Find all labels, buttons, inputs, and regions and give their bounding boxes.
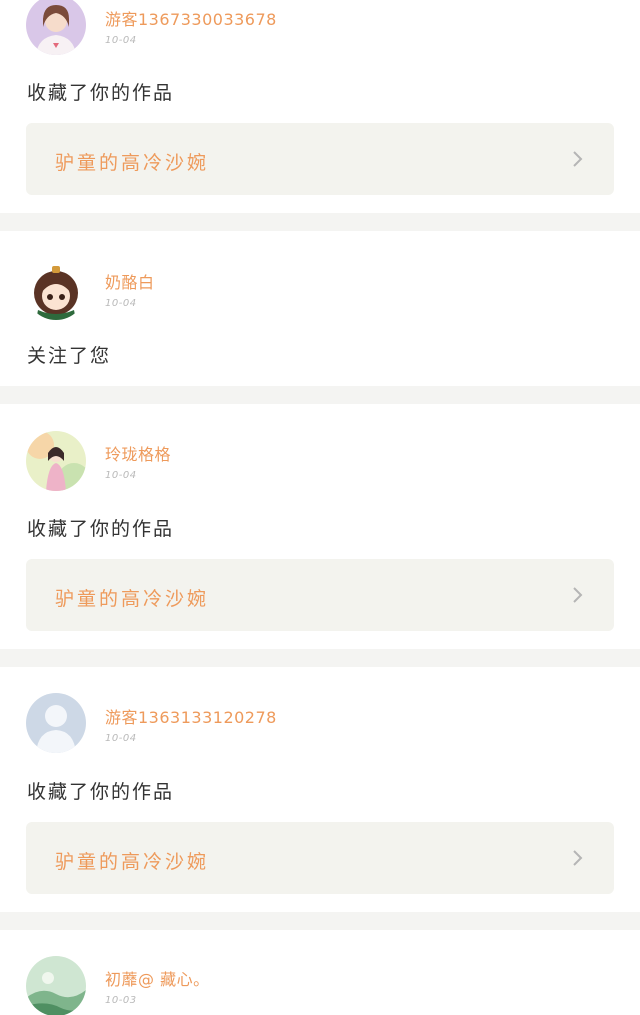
work-link[interactable]: 驴童的高冷沙婉 xyxy=(26,123,614,195)
action-text: 收藏了你的作品 xyxy=(27,518,175,540)
user-avatar[interactable] xyxy=(26,956,86,1015)
anime-chibi-avatar-icon xyxy=(26,260,86,320)
notification-card: 玲珑格格 10-04 收藏了你的作品 驴童的高冷沙婉 xyxy=(0,404,640,649)
green-landscape-avatar-icon xyxy=(26,956,86,1015)
timestamp: 10-04 xyxy=(105,35,137,46)
chevron-right-icon xyxy=(570,151,586,167)
work-title: 驴童的高冷沙婉 xyxy=(55,152,210,174)
user-avatar[interactable] xyxy=(26,260,86,320)
chevron-right-icon xyxy=(570,850,586,866)
timestamp: 10-04 xyxy=(105,733,137,744)
notification-feed: 游客1367330033678 10-04 收藏了你的作品 驴童的高冷沙婉 奶酪… xyxy=(0,0,640,1015)
painted-lady-avatar-icon xyxy=(26,431,86,491)
username[interactable]: 玲珑格格 xyxy=(105,441,171,465)
girl-photo-avatar-icon xyxy=(26,0,86,55)
user-avatar[interactable] xyxy=(26,431,86,491)
work-title: 驴童的高冷沙婉 xyxy=(55,851,210,873)
notification-card: 奶酪白 10-04 关注了您 xyxy=(0,231,640,386)
timestamp: 10-04 xyxy=(105,298,137,309)
timestamp: 10-03 xyxy=(105,995,137,1006)
timestamp: 10-04 xyxy=(105,470,137,481)
action-text: 收藏了你的作品 xyxy=(27,82,175,104)
username[interactable]: 游客1363133120278 xyxy=(105,704,277,728)
work-title: 驴童的高冷沙婉 xyxy=(55,588,210,610)
user-avatar[interactable] xyxy=(26,0,86,55)
default-user-avatar-icon xyxy=(26,693,86,753)
notification-card: 初蘼@ 藏心。 10-03 xyxy=(0,930,640,1015)
notification-card: 游客1367330033678 10-04 收藏了你的作品 驴童的高冷沙婉 xyxy=(0,0,640,213)
notification-card: 游客1363133120278 10-04 收藏了你的作品 驴童的高冷沙婉 xyxy=(0,667,640,912)
chevron-right-icon xyxy=(570,587,586,603)
action-text: 收藏了你的作品 xyxy=(27,781,175,803)
user-avatar[interactable] xyxy=(26,693,86,753)
username[interactable]: 奶酪白 xyxy=(105,269,155,293)
work-link[interactable]: 驴童的高冷沙婉 xyxy=(26,822,614,894)
action-text: 关注了您 xyxy=(27,345,112,367)
username[interactable]: 游客1367330033678 xyxy=(105,6,277,30)
work-link[interactable]: 驴童的高冷沙婉 xyxy=(26,559,614,631)
username[interactable]: 初蘼@ 藏心。 xyxy=(105,966,210,990)
